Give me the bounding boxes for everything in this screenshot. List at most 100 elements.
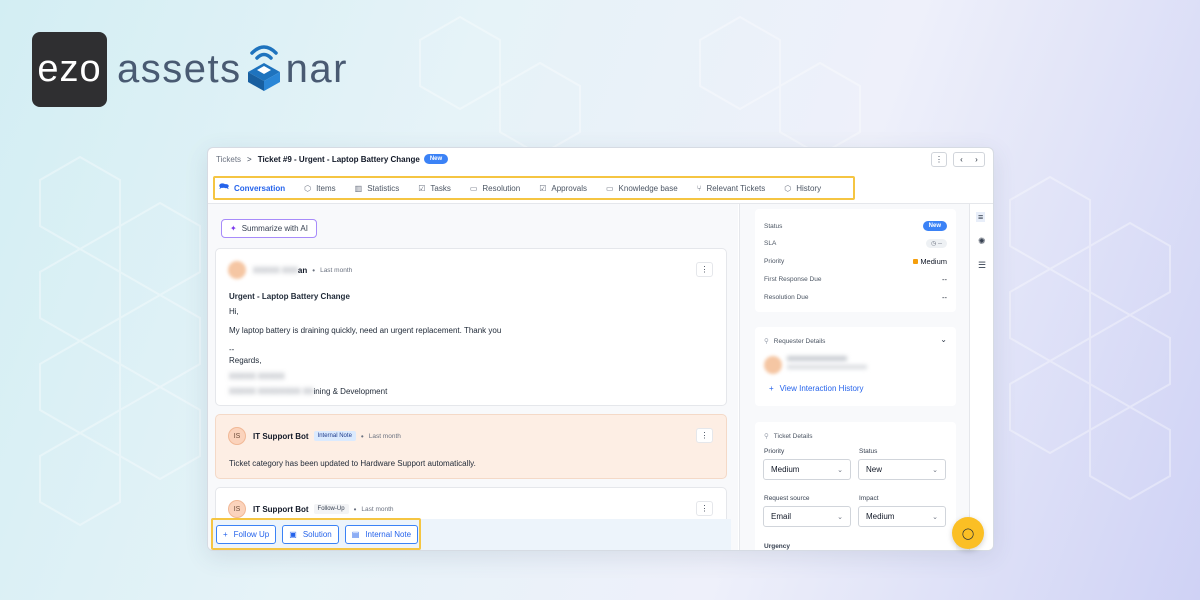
message-header: IS IT Support Bot Internal Note • Last m… <box>228 427 401 445</box>
more-options-icon[interactable]: ⋮ <box>696 501 713 516</box>
user-icon: ⚲ <box>764 433 769 440</box>
first-response-value: -- <box>942 275 947 284</box>
priority-select[interactable]: Medium ⌄ <box>763 459 851 480</box>
requester-panel: ⚲ Requester Details ⌄ + View Interaction… <box>755 327 956 406</box>
more-options-icon[interactable]: ⋮ <box>931 151 947 167</box>
top-bar: Tickets > Ticket #9 - Urgent - Laptop Ba… <box>208 148 993 170</box>
redacted-name: XXXXX XXX <box>253 265 298 275</box>
message-time: Last month <box>368 432 401 440</box>
tab-relevant-tickets[interactable]: ⑂ Relevant Tickets <box>697 184 766 193</box>
request-source-select[interactable]: Email ⌄ <box>763 506 851 527</box>
book-icon: ▭ <box>469 183 478 193</box>
note-icon: ▤ <box>351 529 360 539</box>
status-label: Status <box>764 222 783 230</box>
resolution-due-row: Resolution Due -- <box>764 293 947 302</box>
tab-knowledge-base[interactable]: ▭ Knowledge base <box>606 184 678 193</box>
history-icon: ⬡ <box>784 183 792 193</box>
chat-icon: 🗪 <box>219 182 229 191</box>
redacted-name <box>787 356 847 361</box>
email-department: XXXXX XXXXXXXX XXining & Development <box>229 387 388 396</box>
note-text: Ticket category has been updated to Hard… <box>229 459 476 468</box>
chevron-right-icon[interactable]: › <box>969 153 984 166</box>
sender-name: IT Support Bot <box>253 504 309 514</box>
breadcrumb-tickets-link[interactable]: Tickets <box>216 155 241 164</box>
sender-name: IT Support Bot <box>253 431 309 441</box>
checklist-icon[interactable]: ☰ <box>978 260 986 271</box>
impact-select[interactable]: Medium ⌄ <box>858 506 946 527</box>
sla-value: ◷ -- <box>926 239 947 248</box>
priority-dot-icon <box>913 259 919 264</box>
chevron-down-icon: ⌄ <box>837 513 843 521</box>
redacted-text: XXXXX XXXXXXXX XX <box>229 387 314 396</box>
status-summary-panel: Status New SLA ◷ -- Priority Medium Firs… <box>755 209 956 312</box>
bug-icon[interactable]: ✺ <box>978 236 986 247</box>
clipboard-icon: ▣ <box>289 529 297 539</box>
ticket-window: Tickets > Ticket #9 - Urgent - Laptop Ba… <box>207 147 994 551</box>
priority-label: Priority <box>764 258 785 265</box>
list-icon[interactable]: ≡ <box>976 212 986 222</box>
resolution-due-value: -- <box>942 293 947 302</box>
follow-up-button[interactable]: + Follow Up <box>216 524 277 544</box>
approval-icon: ☑ <box>539 183 547 193</box>
avatar: IS <box>228 500 246 518</box>
chevron-left-icon[interactable]: ‹ <box>954 153 969 166</box>
summarize-ai-button[interactable]: ✦ Summarize with AI <box>221 219 317 238</box>
separator-dot: • <box>353 504 357 514</box>
ticket-details-panel: ⚲ Ticket Details Priority Medium ⌄ Status… <box>755 422 956 550</box>
button-label: Follow Up <box>233 529 270 539</box>
tab-resolution[interactable]: ▭ Resolution <box>470 184 520 193</box>
urgency-label: Urgency <box>764 543 791 550</box>
link-label: View Interaction History <box>779 384 864 393</box>
status-select[interactable]: New ⌄ <box>858 459 946 480</box>
tab-bar: 🗪 Conversation ⬡ Items ▥ Statistics ☑ Tasks … <box>213 176 855 200</box>
ticket-details-header: ⚲ Ticket Details <box>764 432 813 441</box>
tab-label: Knowledge base <box>618 183 678 193</box>
first-response-label: First Response Due <box>764 276 822 283</box>
chevron-down-icon[interactable]: ⌄ <box>940 335 947 344</box>
internal-note-button[interactable]: ▤ Internal Note <box>344 524 419 544</box>
tab-label: Statistics <box>367 183 400 193</box>
redacted-signature: XXXXX XXXXX <box>229 372 285 381</box>
sender-name: XXXXX XXXan <box>253 265 308 275</box>
chevron-down-icon: ⌄ <box>932 513 938 521</box>
page-title: Ticket #9 - Urgent - Laptop Battery Chan… <box>257 154 420 164</box>
user-icon: ⚲ <box>764 338 769 345</box>
internal-note-tag: Internal Note <box>313 431 356 441</box>
chat-bubble-icon[interactable]: ◯ <box>952 517 984 549</box>
email-message-card: XXXXX XXXan • Last month ⋮ Urgent - Lapt… <box>215 248 727 406</box>
tab-statistics[interactable]: ▥ Statistics <box>355 184 400 193</box>
tab-conversation[interactable]: 🗪 Conversation <box>219 181 285 195</box>
plus-icon: + <box>223 529 228 539</box>
message-header: IS IT Support Bot Follow-Up • Last month <box>228 500 394 518</box>
assetsonar-wordmark: assets nar <box>117 43 348 97</box>
chevron-down-icon: ⌄ <box>837 466 843 474</box>
solution-button[interactable]: ▣ Solution <box>282 524 339 544</box>
status-badge: New <box>922 221 947 231</box>
side-icon-rail: ≡ ✺ ☰ <box>969 204 993 550</box>
ezo-logo-box: ezo <box>32 32 107 107</box>
separator-dot: • <box>360 431 364 441</box>
book-open-icon: ▭ <box>605 183 614 193</box>
brand-logo: ezo assets nar <box>32 32 348 107</box>
wordmark-left: assets <box>117 47 242 91</box>
view-interaction-history-link[interactable]: + View Interaction History <box>769 384 864 393</box>
tab-label: Resolution <box>482 183 521 193</box>
resolution-due-label: Resolution Due <box>764 294 809 301</box>
breadcrumb-separator: > <box>247 154 252 164</box>
tab-approvals[interactable]: ☑ Approvals <box>539 184 587 193</box>
tab-items[interactable]: ⬡ Items <box>304 184 336 193</box>
tab-tasks[interactable]: ☑ Tasks <box>418 184 451 193</box>
message-time: Last month <box>361 505 394 513</box>
impact-label: Impact <box>859 495 879 502</box>
email-subject: Urgent - Laptop Battery Change <box>229 292 350 301</box>
email-greeting: Hi, <box>229 307 239 316</box>
link-tree-icon: ⑂ <box>696 183 702 193</box>
tab-label: Items <box>316 183 336 193</box>
more-options-icon[interactable]: ⋮ <box>696 428 713 443</box>
tab-label: Conversation <box>233 183 286 193</box>
tab-label: Approvals <box>551 183 587 193</box>
more-options-icon[interactable]: ⋮ <box>696 262 713 277</box>
checkbox-icon: ☑ <box>418 183 426 193</box>
tab-history[interactable]: ⬡ History <box>784 184 821 193</box>
sonar-box-icon <box>247 44 280 91</box>
